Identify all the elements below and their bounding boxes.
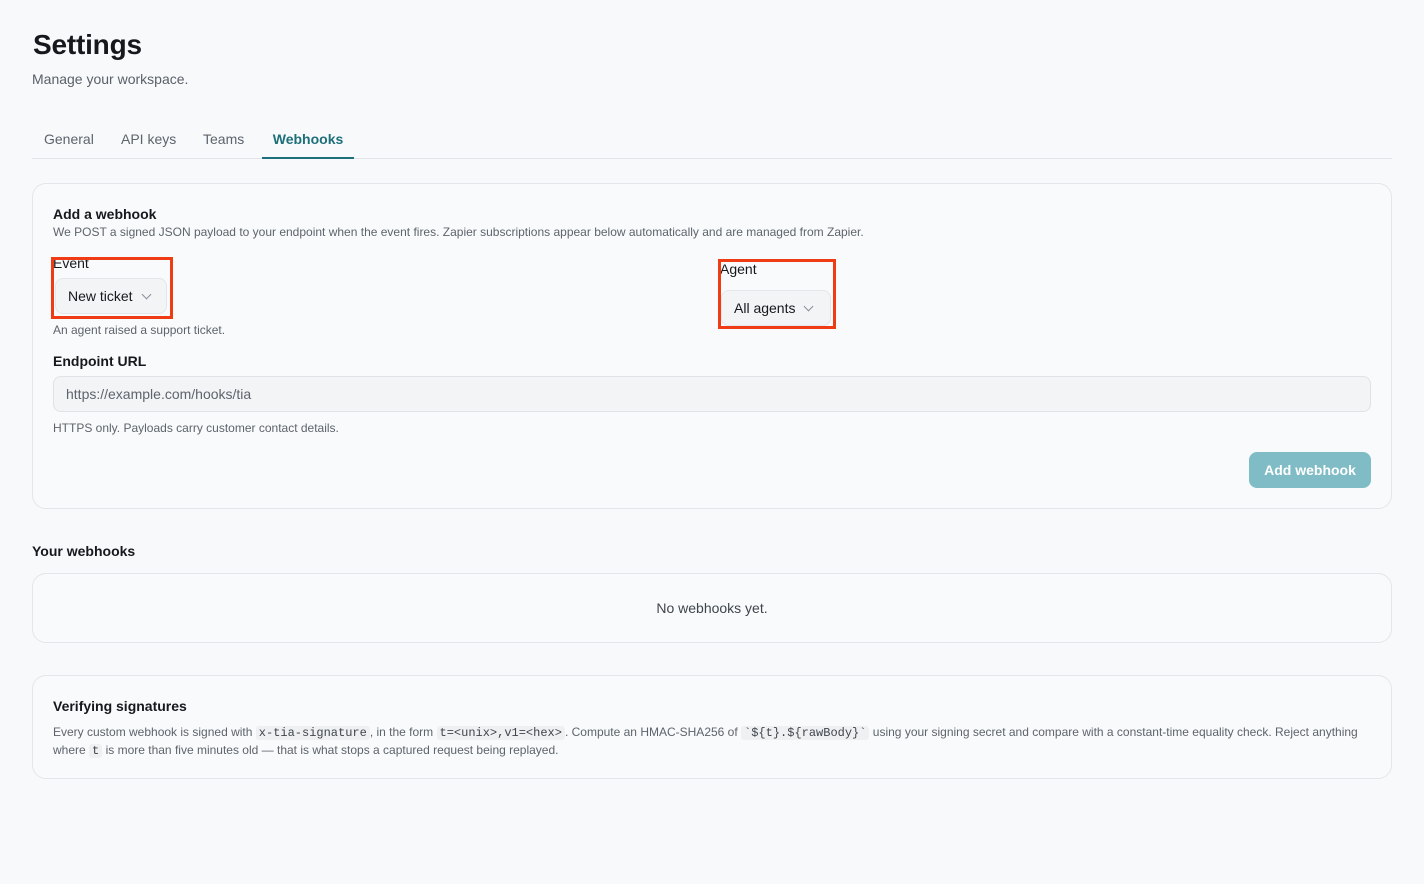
page-title: Settings — [33, 29, 142, 60]
chevron-down-icon — [804, 301, 814, 311]
chevron-down-icon — [141, 289, 152, 299]
settings-tabs: General API keys Teams Webhooks — [32, 122, 1392, 159]
verifying-text-3: . Compute an HMAC-SHA256 of — [564, 725, 738, 739]
verifying-signatures-card: Verifying signatures Every custom webhoo… — [32, 675, 1392, 779]
endpoint-url-input[interactable] — [53, 376, 1371, 412]
verifying-body: Every custom webhook is signed with x-ti… — [53, 724, 1363, 760]
page-subtitle: Manage your workspace. — [32, 71, 189, 87]
agent-select-value: All agents — [734, 300, 796, 316]
endpoint-label: Endpoint URL — [53, 353, 147, 369]
agent-label: Agent — [720, 261, 757, 277]
verifying-text-5: is more than five minutes old — that is … — [105, 743, 559, 757]
agent-select[interactable]: All agents — [721, 290, 831, 326]
event-select-value: New ticket — [68, 288, 133, 304]
tab-webhooks[interactable]: Webhooks — [262, 122, 354, 159]
signature-format-code: t=<unix>,v1=<hex> — [436, 726, 565, 740]
verifying-title: Verifying signatures — [53, 698, 187, 714]
verifying-text-2: , in the form — [369, 725, 434, 739]
endpoint-help: HTTPS only. Payloads carry customer cont… — [53, 421, 339, 435]
event-select[interactable]: New ticket — [55, 278, 167, 314]
timestamp-code: t — [89, 744, 103, 758]
signature-header-code: x-tia-signature — [255, 726, 370, 740]
hmac-input-code: `${t}.${rawBody}` — [741, 726, 870, 740]
event-label: Event — [53, 255, 89, 271]
empty-state-text: No webhooks yet. — [656, 600, 768, 616]
add-webhook-card: Add a webhook We POST a signed JSON payl… — [32, 183, 1392, 509]
tab-teams[interactable]: Teams — [203, 122, 244, 159]
event-help: An agent raised a support ticket. — [53, 323, 226, 337]
webhooks-list-card: No webhooks yet. — [32, 573, 1392, 643]
add-webhook-description: We POST a signed JSON payload to your en… — [53, 225, 864, 239]
your-webhooks-heading: Your webhooks — [32, 543, 136, 559]
verifying-text-1: Every custom webhook is signed with — [53, 725, 253, 739]
add-webhook-button[interactable]: Add webhook — [1249, 452, 1371, 488]
add-webhook-title: Add a webhook — [53, 206, 157, 222]
tab-general[interactable]: General — [44, 122, 94, 159]
tab-api-keys[interactable]: API keys — [121, 122, 176, 159]
